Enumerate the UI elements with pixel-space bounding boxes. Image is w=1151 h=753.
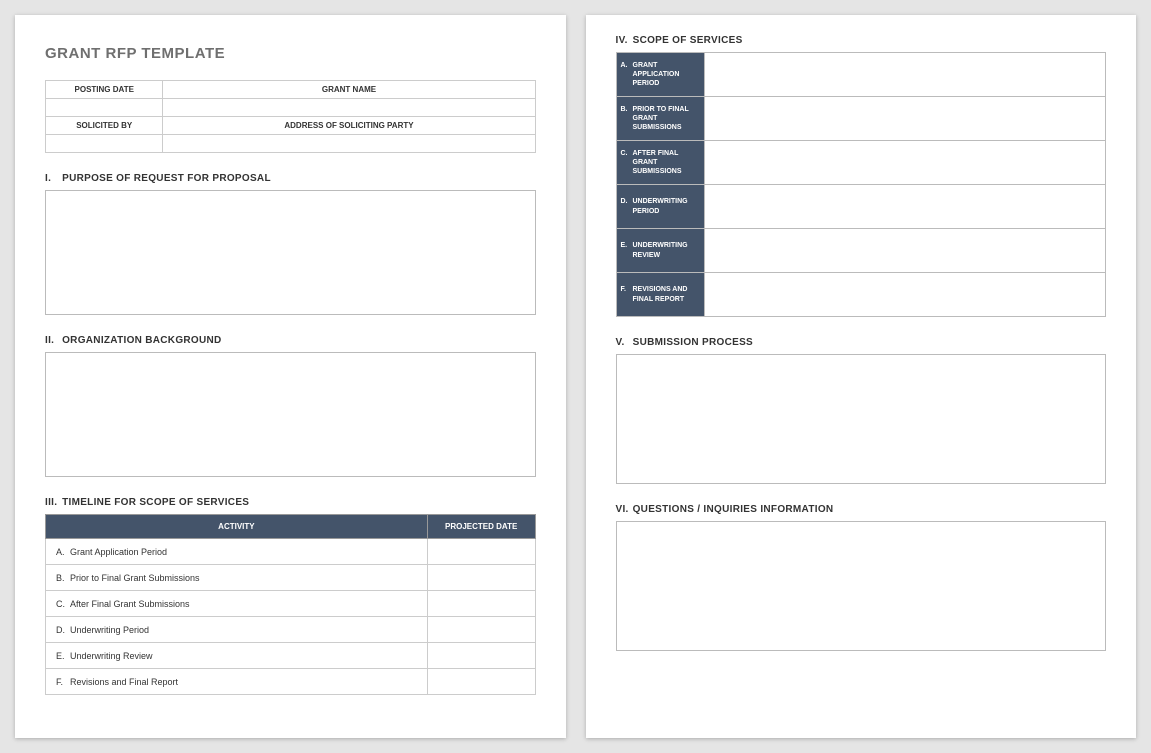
solicited-by-value[interactable] bbox=[46, 135, 163, 153]
grant-name-value[interactable] bbox=[163, 99, 535, 117]
scope-value-cell[interactable] bbox=[704, 97, 1105, 141]
scope-value-cell[interactable] bbox=[704, 141, 1105, 185]
header-info-table: POSTING DATE GRANT NAME SOLICITED BY ADD… bbox=[45, 80, 536, 153]
org-background-input-box[interactable] bbox=[45, 352, 536, 477]
timeline-date-cell[interactable] bbox=[427, 565, 535, 591]
timeline-table: ACTIVITY PROJECTED DATE A.Grant Applicat… bbox=[45, 514, 536, 695]
scope-value-cell[interactable] bbox=[704, 53, 1105, 97]
page-1: GRANT RFP TEMPLATE POSTING DATE GRANT NA… bbox=[15, 15, 566, 738]
timeline-date-cell[interactable] bbox=[427, 539, 535, 565]
section-1-title: I. PURPOSE OF REQUEST FOR PROPOSAL bbox=[45, 173, 536, 184]
scope-value-cell[interactable] bbox=[704, 229, 1105, 273]
table-row: F.Revisions and Final Report bbox=[46, 669, 536, 695]
timeline-date-cell[interactable] bbox=[427, 591, 535, 617]
scope-value-cell[interactable] bbox=[704, 273, 1105, 317]
section-3-title: III. TIMELINE FOR SCOPE OF SERVICES bbox=[45, 497, 536, 508]
scope-table: A.GRANT APPLICATION PERIOD B.PRIOR TO FI… bbox=[616, 52, 1107, 317]
grant-name-label: GRANT NAME bbox=[163, 81, 535, 99]
timeline-date-cell[interactable] bbox=[427, 669, 535, 695]
table-row: D.Underwriting Period bbox=[46, 617, 536, 643]
table-row: B.Prior to Final Grant Submissions bbox=[46, 565, 536, 591]
posting-date-value[interactable] bbox=[46, 99, 163, 117]
posting-date-label: POSTING DATE bbox=[46, 81, 163, 99]
purpose-input-box[interactable] bbox=[45, 190, 536, 315]
table-row: E.Underwriting Review bbox=[46, 643, 536, 669]
timeline-header-date: PROJECTED DATE bbox=[427, 515, 535, 539]
table-row: E.UNDERWRITING REVIEW bbox=[616, 229, 1106, 273]
timeline-header-activity: ACTIVITY bbox=[46, 515, 428, 539]
timeline-date-cell[interactable] bbox=[427, 617, 535, 643]
solicited-by-label: SOLICITED BY bbox=[46, 117, 163, 135]
section-2-title: II. ORGANIZATION BACKGROUND bbox=[45, 335, 536, 346]
document-title: GRANT RFP TEMPLATE bbox=[45, 45, 536, 62]
table-row: C.After Final Grant Submissions bbox=[46, 591, 536, 617]
submission-process-input-box[interactable] bbox=[616, 354, 1107, 484]
table-row: D.UNDERWRITING PERIOD bbox=[616, 185, 1106, 229]
address-label: ADDRESS OF SOLICITING PARTY bbox=[163, 117, 535, 135]
table-row: A.Grant Application Period bbox=[46, 539, 536, 565]
page-2: IV. SCOPE OF SERVICES A.GRANT APPLICATIO… bbox=[586, 15, 1137, 738]
table-row: C.AFTER FINAL GRANT SUBMISSIONS bbox=[616, 141, 1106, 185]
timeline-date-cell[interactable] bbox=[427, 643, 535, 669]
section-6-title: VI. QUESTIONS / INQUIRIES INFORMATION bbox=[616, 504, 1107, 515]
table-row: A.GRANT APPLICATION PERIOD bbox=[616, 53, 1106, 97]
table-row: F.REVISIONS AND FINAL REPORT bbox=[616, 273, 1106, 317]
section-4-title: IV. SCOPE OF SERVICES bbox=[616, 35, 1107, 46]
address-value[interactable] bbox=[163, 135, 535, 153]
questions-input-box[interactable] bbox=[616, 521, 1107, 651]
scope-value-cell[interactable] bbox=[704, 185, 1105, 229]
table-row: B.PRIOR TO FINAL GRANT SUBMISSIONS bbox=[616, 97, 1106, 141]
section-5-title: V. SUBMISSION PROCESS bbox=[616, 337, 1107, 348]
